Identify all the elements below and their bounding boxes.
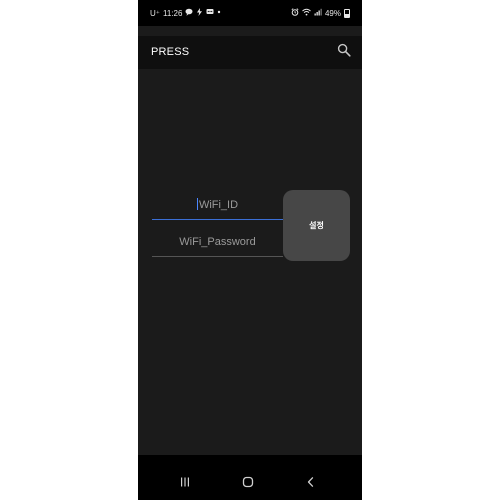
status-right: 49% bbox=[291, 8, 350, 18]
dot-icon bbox=[217, 8, 221, 18]
app-bar: PRESS bbox=[138, 36, 362, 69]
signal-icon bbox=[314, 8, 322, 18]
wifi-password-placeholder: WiFi_Password bbox=[179, 236, 256, 248]
wifi-id-input[interactable]: WiFi_ID bbox=[152, 191, 283, 220]
alarm-icon bbox=[291, 8, 299, 18]
lightning-icon bbox=[196, 8, 203, 18]
app-title: PRESS bbox=[151, 46, 190, 58]
chat-icon bbox=[185, 8, 193, 18]
text-cursor bbox=[196, 198, 198, 210]
wifi-password-input[interactable]: WiFi_Password bbox=[152, 228, 283, 257]
battery-icon bbox=[344, 8, 350, 18]
phone-screen: U⁺ 11:26 49% PRESS WiFi_ID WiFi_Password… bbox=[138, 0, 362, 500]
home-button[interactable] bbox=[241, 475, 255, 493]
wifi-icon bbox=[302, 8, 311, 18]
battery-percent: 49% bbox=[324, 8, 341, 18]
carrier-label: U⁺ bbox=[150, 8, 160, 18]
home-icon bbox=[242, 475, 254, 493]
back-button[interactable] bbox=[304, 477, 318, 491]
setting-button-label: 설정 bbox=[309, 221, 324, 230]
search-icon bbox=[337, 43, 351, 62]
navigation-bar bbox=[138, 455, 362, 500]
status-time: 11:26 bbox=[163, 8, 183, 18]
recents-button[interactable] bbox=[178, 477, 192, 491]
message-icon bbox=[206, 8, 214, 18]
wifi-id-placeholder: WiFi_ID bbox=[198, 199, 239, 211]
search-button[interactable] bbox=[336, 43, 352, 62]
status-bar: U⁺ 11:26 49% bbox=[138, 0, 362, 26]
back-icon bbox=[305, 475, 317, 493]
main-content: WiFi_ID WiFi_Password 설정 bbox=[138, 69, 362, 455]
status-left: U⁺ 11:26 bbox=[150, 8, 221, 18]
setting-button[interactable]: 설정 bbox=[283, 190, 350, 261]
recents-icon bbox=[179, 475, 191, 493]
